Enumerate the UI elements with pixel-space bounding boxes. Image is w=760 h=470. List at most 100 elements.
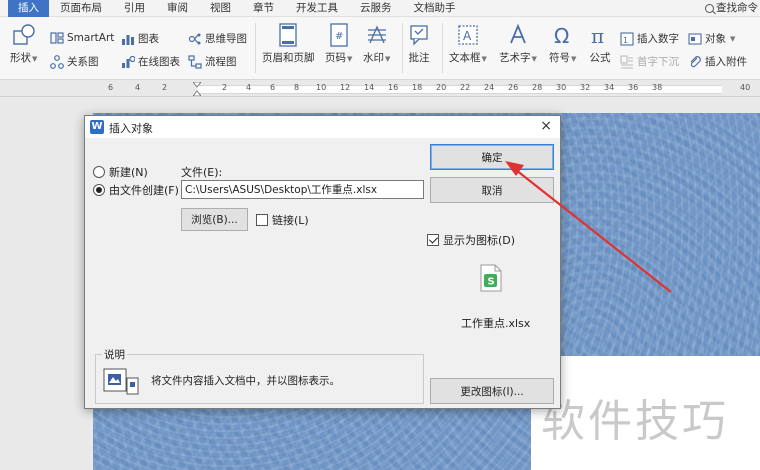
shapes-button[interactable]: 形状▼ — [10, 23, 37, 65]
insert-number-label: 插入数字 — [637, 33, 679, 45]
menu-page-layout[interactable]: 页面布局 — [49, 0, 113, 17]
horizontal-ruler[interactable]: 6 4 2 2 4 6 8 10 12 14 16 18 20 22 24 26… — [0, 81, 760, 97]
ruler-number: 12 — [340, 83, 351, 92]
description-group: 说明 将文件内容插入文档中，并以图标表示。 — [95, 347, 424, 404]
radio-from-file-label: 由文件创建(F) — [109, 184, 179, 197]
ruler-number: 8 — [294, 83, 300, 92]
ruler-number: 18 — [412, 83, 423, 92]
dialog-title: 插入对象 — [109, 122, 153, 135]
wordart-label: 艺术字 — [499, 52, 531, 64]
attachment-label: 插入附件 — [705, 56, 747, 68]
ruler-number: 2 — [222, 83, 228, 92]
wordart-icon — [510, 23, 526, 44]
object-label: 对象 — [705, 33, 726, 45]
ruler-number: 14 — [364, 83, 375, 92]
checkbox-box-checked[interactable] — [427, 234, 439, 246]
menu-developer[interactable]: 开发工具 — [285, 0, 349, 17]
radio-from-file[interactable]: 由文件创建(F) — [93, 182, 179, 198]
close-icon[interactable]: × — [540, 119, 552, 133]
header-footer-label: 页眉和页脚 — [262, 52, 315, 64]
search-icon — [705, 4, 714, 13]
insert-number-icon: 1 — [620, 31, 634, 46]
spreadsheet-file-icon: S — [480, 264, 502, 292]
ruler-number: 4 — [135, 83, 141, 92]
file-path-input[interactable] — [181, 180, 424, 199]
display-as-icon-checkbox[interactable]: 显示为图标(D) — [427, 232, 515, 248]
svg-text:#: # — [335, 31, 343, 42]
symbol-button[interactable]: Ω 符号▼ — [549, 23, 576, 65]
ruler-number: 2 — [162, 83, 168, 92]
comment-label: 批注 — [408, 52, 430, 64]
menu-view[interactable]: 视图 — [199, 0, 242, 17]
dialog-title-bar[interactable]: W 插入对象 × — [85, 116, 560, 138]
page-number-button[interactable]: # 页码▼ — [325, 23, 352, 65]
chart-label: 图表 — [138, 33, 159, 45]
header-footer-button[interactable]: 页眉和页脚 — [262, 23, 315, 65]
insert-attachment-button[interactable]: 插入附件 — [688, 54, 747, 69]
menu-review[interactable]: 审阅 — [156, 0, 199, 17]
shapes-label: 形状 — [10, 52, 31, 64]
mindmap-label: 思维导图 — [205, 33, 247, 45]
insert-object-dialog: W 插入对象 × 新建(N) 由文件创建(F) 文件(E): 浏览(B)... … — [84, 115, 561, 409]
ruler-number: 6 — [108, 83, 114, 92]
menu-cloud-service[interactable]: 云服务 — [349, 0, 403, 17]
ruler-number: 30 — [556, 83, 567, 92]
watermark-label: 水印 — [363, 52, 384, 64]
radio-new-label: 新建(N) — [109, 166, 148, 179]
wps-logo-icon: W — [90, 120, 104, 134]
ribbon-divider — [442, 23, 443, 73]
checkbox-box[interactable] — [256, 214, 268, 226]
watermark-icon — [367, 25, 386, 44]
online-chart-label: 在线图表 — [138, 56, 180, 68]
ok-button[interactable]: 确定 — [430, 144, 554, 170]
ruler-number: 28 — [532, 83, 543, 92]
online-chart-button[interactable]: 在线图表 — [121, 54, 180, 69]
relation-chart-button[interactable]: 关系图 — [50, 54, 99, 69]
comment-button[interactable]: 批注 — [408, 23, 430, 65]
object-button[interactable]: 对象 ▼ — [688, 31, 735, 46]
flowchart-icon — [188, 54, 202, 69]
menu-sections[interactable]: 章节 — [242, 0, 285, 17]
relation-label: 关系图 — [67, 56, 99, 68]
description-title: 说明 — [102, 347, 127, 362]
radio-circle-selected[interactable] — [93, 184, 105, 196]
ruler-number: 20 — [436, 83, 447, 92]
display-as-icon-label: 显示为图标(D) — [443, 234, 516, 247]
cancel-button[interactable]: 取消 — [430, 177, 554, 203]
flowchart-button[interactable]: 流程图 — [188, 54, 237, 69]
dropcap-button[interactable]: 首字下沉 — [620, 54, 679, 69]
menu-references[interactable]: 引用 — [113, 0, 156, 17]
watermark-text: 软件技巧 — [541, 396, 729, 447]
change-icon-button[interactable]: 更改图标(I)... — [430, 378, 554, 404]
dropcap-icon — [620, 54, 633, 69]
ruler-number: 36 — [628, 83, 639, 92]
textbox-button[interactable]: A 文本框▼ — [449, 23, 487, 65]
radio-circle[interactable] — [93, 166, 105, 178]
menu-doc-assistant[interactable]: 文档助手 — [403, 0, 467, 17]
ruler-number: 32 — [580, 83, 591, 92]
ribbon-divider — [255, 23, 256, 73]
chart-button[interactable]: 图表 — [121, 31, 159, 46]
mindmap-button[interactable]: 思维导图 — [188, 31, 247, 46]
link-checkbox[interactable]: 链接(L) — [256, 212, 309, 228]
formula-button[interactable]: π 公式 — [588, 23, 612, 65]
menu-insert[interactable]: 插入 — [8, 0, 49, 17]
smartart-label: SmartArt — [67, 32, 115, 44]
svg-text:Ω: Ω — [554, 24, 569, 47]
watermark-button[interactable]: 水印▼ — [363, 23, 390, 65]
shapes-icon — [12, 24, 35, 45]
smartart-button[interactable]: SmartArt — [50, 31, 114, 45]
ruler-number: 22 — [460, 83, 471, 92]
omega-icon: Ω — [554, 24, 569, 47]
radio-new[interactable]: 新建(N) — [93, 164, 148, 180]
ruler-number: 16 — [388, 83, 399, 92]
ruler-number: 40 — [740, 83, 751, 92]
wordart-button[interactable]: 艺术字▼ — [499, 23, 537, 65]
insert-number-button[interactable]: 1 插入数字 — [620, 31, 679, 46]
ruler-number: 10 — [316, 83, 327, 92]
page-number-label: 页码 — [325, 52, 346, 64]
chevron-down-icon: ▼ — [481, 55, 487, 63]
indent-marker-icon[interactable] — [193, 82, 201, 96]
command-search[interactable]: 查找命令 — [705, 0, 758, 17]
browse-button[interactable]: 浏览(B)... — [181, 208, 248, 231]
